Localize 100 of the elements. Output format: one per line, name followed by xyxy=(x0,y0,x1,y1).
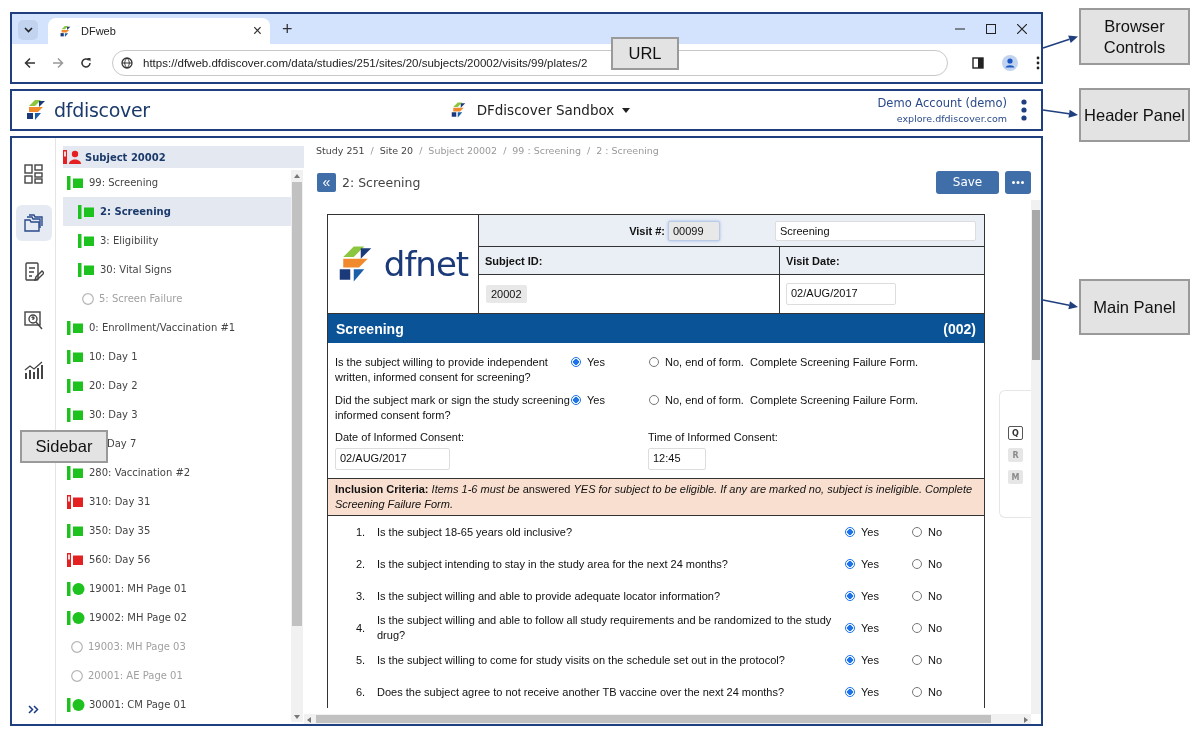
visit-item[interactable]: 350: Day 35 xyxy=(63,516,291,545)
radio-button[interactable] xyxy=(912,687,922,697)
page-title: 2: Screening xyxy=(342,174,422,190)
breadcrumb-separator: / xyxy=(503,145,507,158)
radio-button[interactable] xyxy=(912,623,922,633)
dashboard-icon xyxy=(23,164,44,184)
app-logo-text[interactable]: dfdiscover xyxy=(54,99,150,121)
chevron-down-icon xyxy=(23,27,33,33)
input-field: 20002 xyxy=(486,285,527,303)
input-field[interactable]: 00099 xyxy=(668,220,720,241)
visit-item[interactable]: 560: Day 56 xyxy=(63,545,291,574)
menu-icon[interactable] xyxy=(1036,56,1040,70)
scrollbar[interactable] xyxy=(304,714,1031,724)
breadcrumb-separator: / xyxy=(370,145,374,158)
sidebar-button[interactable] xyxy=(15,205,52,241)
radio-button[interactable] xyxy=(912,559,922,569)
option-label: Yes xyxy=(587,394,605,406)
logo-text: dfnet xyxy=(383,244,469,284)
visit-item[interactable]: 19002: MH Page 02 xyxy=(63,603,291,632)
reload-icon[interactable] xyxy=(80,57,92,69)
visit-item[interactable]: 20: Day 2 xyxy=(63,371,291,400)
scrollbar[interactable] xyxy=(291,170,303,722)
visit-item[interactable]: 310: Day 31 xyxy=(63,487,291,516)
breadcrumb-text: Subject 20002 xyxy=(428,145,498,158)
visit-item[interactable]: 30: Day 3 xyxy=(63,400,291,429)
radio-button[interactable] xyxy=(571,395,581,405)
radio-button[interactable] xyxy=(912,655,922,665)
chart-icon xyxy=(23,361,44,379)
option-label: No xyxy=(928,556,943,572)
more-icon xyxy=(1012,180,1024,184)
radio-button[interactable] xyxy=(845,655,855,665)
option-label: Yes xyxy=(861,652,879,668)
subject-item[interactable]: Subject 20002 xyxy=(63,146,304,168)
callout-tooltip: Sidebar xyxy=(20,430,108,463)
tool-button[interactable]: Q xyxy=(1008,426,1023,440)
side-panel-icon[interactable] xyxy=(972,57,984,69)
question-number: 1. xyxy=(356,524,367,540)
visit-item[interactable]: 0: Enrollment/Vaccination #1 xyxy=(63,313,291,342)
visit-item[interactable]: 99: Screening xyxy=(63,168,291,197)
option-label: Yes xyxy=(587,356,605,368)
new-tab-button[interactable]: + xyxy=(282,19,293,40)
question-text: Is the subject willing and able to follow all study requirements and be randomized to the study drug? xyxy=(377,613,833,643)
field-label: Visit Date: xyxy=(786,254,840,267)
collapse-button[interactable]: « xyxy=(317,172,336,192)
visit-item[interactable]: 10: Day 1 xyxy=(63,342,291,371)
question-number: 5. xyxy=(356,652,367,668)
save-button[interactable]: Save xyxy=(936,170,999,194)
visit-item[interactable]: 30: Vital Signs xyxy=(63,255,291,284)
profile-icon[interactable] xyxy=(1002,55,1018,71)
radio-button[interactable] xyxy=(845,559,855,569)
input-field[interactable]: 02/AUG/2017 xyxy=(786,283,896,305)
close-icon[interactable] xyxy=(1017,24,1027,34)
callout-tooltip: Browser Controls xyxy=(1079,8,1190,65)
back-icon[interactable] xyxy=(24,57,36,69)
visit-item[interactable]: 30001: CM Page 01 xyxy=(63,690,291,719)
double-chevron-icon[interactable] xyxy=(28,705,39,714)
tab-list-button[interactable] xyxy=(18,20,38,40)
option-label: No xyxy=(928,620,943,636)
input-field[interactable]: 02/AUG/2017 xyxy=(335,448,450,470)
visit-item[interactable]: 2: Screening xyxy=(63,197,291,226)
option-label: Yes xyxy=(861,620,879,636)
field-label: Time of Informed Consent: xyxy=(648,431,779,443)
option-label: No xyxy=(928,652,943,668)
option-label: No, end of form. Complete Screening Failure Form. xyxy=(665,394,919,406)
account-name: Demo Account (demo) xyxy=(877,96,1007,110)
more-button[interactable] xyxy=(1005,170,1031,194)
close-icon[interactable]: × xyxy=(252,22,262,40)
question-text: Is the subject intending to stay in the study area for the next 24 months? xyxy=(377,556,729,572)
radio-button[interactable] xyxy=(845,527,855,537)
inclusion-note: Inclusion Criteria: Items 1-6 must be answered YES for subject to be eligible. If any are marked no, subject is ineligible. Complete Screening Failure Form. xyxy=(328,478,984,516)
input-field[interactable]: Screening xyxy=(775,220,976,241)
callout-tooltip: Header Panel xyxy=(1079,88,1190,142)
section-header: Screening (002) xyxy=(328,314,984,343)
forward-icon[interactable] xyxy=(52,57,64,69)
radio-button[interactable] xyxy=(649,395,659,405)
maximize-icon[interactable] xyxy=(986,24,996,34)
visit-item[interactable]: 19001: MH Page 01 xyxy=(63,574,291,603)
input-field[interactable]: 12:45 xyxy=(648,448,706,470)
study-selector[interactable]: DFdiscover Sandbox xyxy=(450,101,631,119)
radio-button[interactable] xyxy=(845,591,855,601)
visit-item[interactable]: 3: Eligibility xyxy=(63,226,291,255)
breadcrumb-link[interactable]: Study 251 xyxy=(316,145,365,164)
radio-button[interactable] xyxy=(845,687,855,697)
question-text: Did the subject mark or sign the study screening informed consent form? xyxy=(335,393,571,423)
breadcrumb-separator: / xyxy=(587,145,591,158)
breadcrumb-link[interactable]: Site 20 xyxy=(379,145,414,164)
option-label: Yes xyxy=(861,684,879,700)
tab-title: DFweb xyxy=(81,25,117,37)
radio-button[interactable] xyxy=(571,357,581,367)
menu-icon[interactable] xyxy=(1021,99,1027,121)
radio-button[interactable] xyxy=(912,527,922,537)
scrollbar[interactable] xyxy=(1031,200,1041,714)
radio-button[interactable] xyxy=(649,357,659,367)
question-number: 2. xyxy=(356,556,367,572)
browser-tab[interactable]: DFweb × xyxy=(48,18,270,44)
radio-button[interactable] xyxy=(845,623,855,633)
option-label: Yes xyxy=(861,524,879,540)
question-text: Is the subject 18-65 years old inclusive? xyxy=(377,524,574,540)
radio-button[interactable] xyxy=(912,591,922,601)
caret-icon xyxy=(622,107,631,113)
